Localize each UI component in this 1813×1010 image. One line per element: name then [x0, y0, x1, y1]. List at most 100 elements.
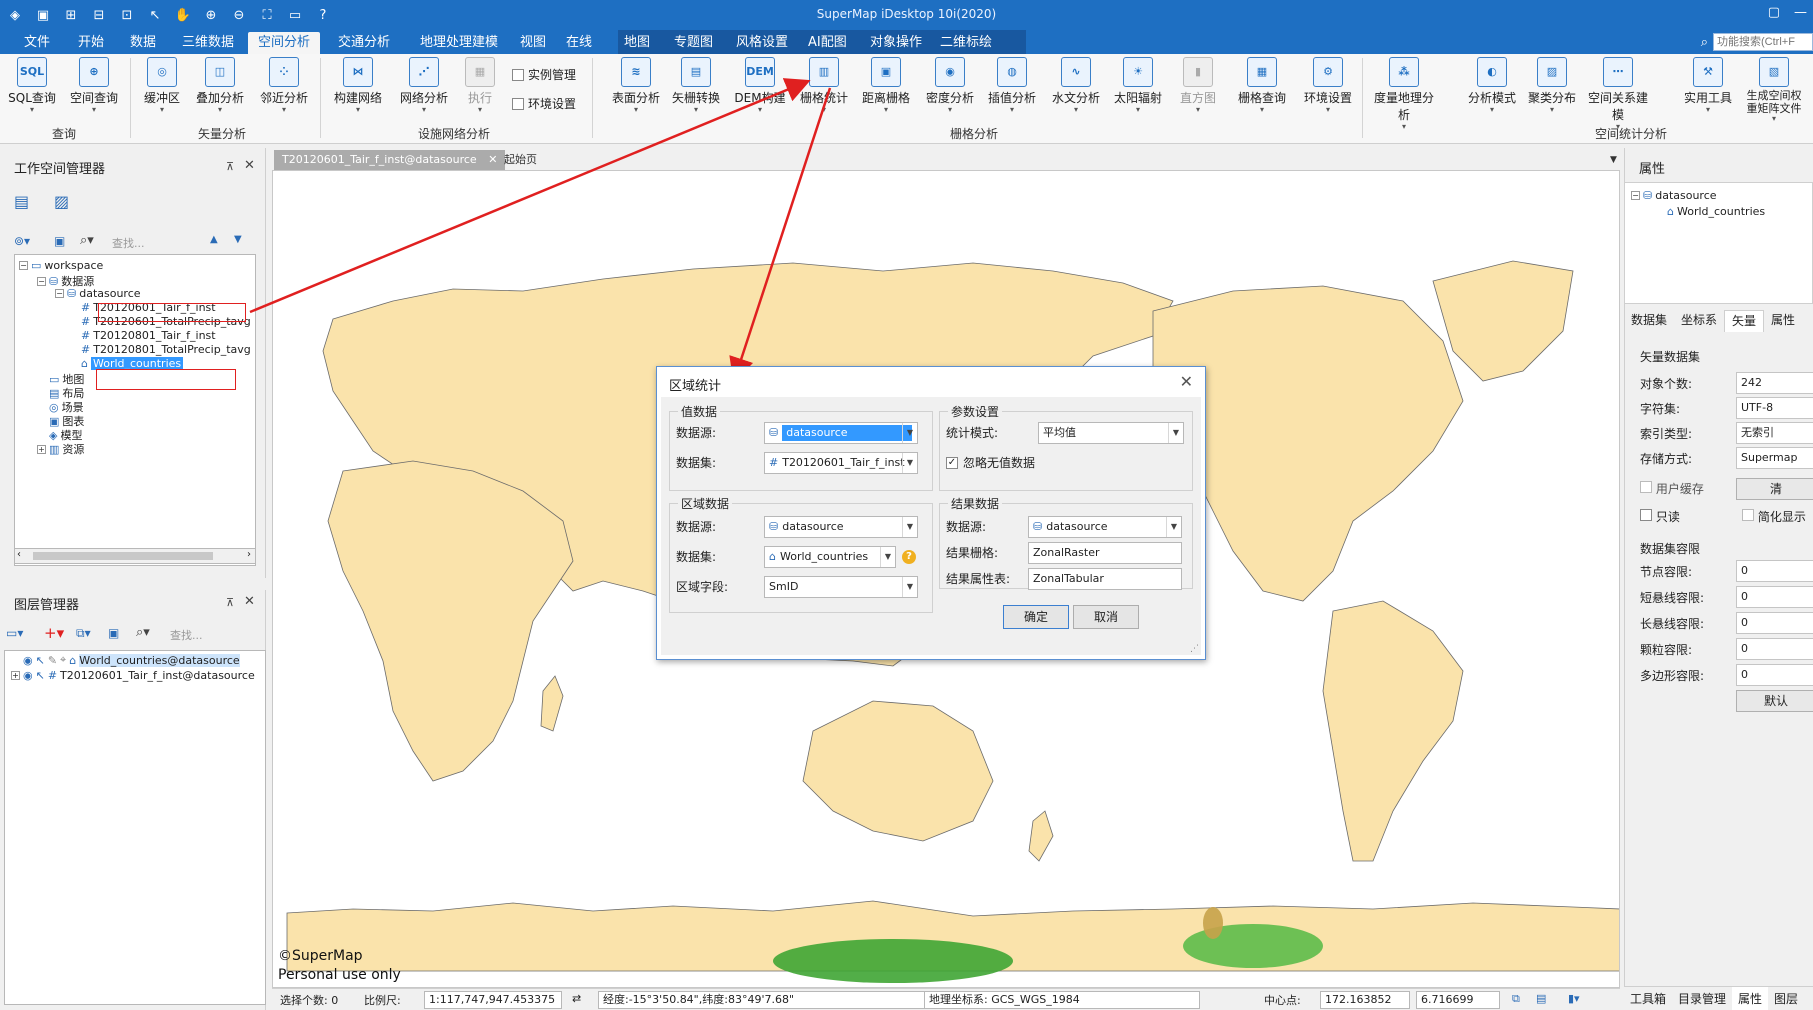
chevron-down-icon[interactable]: ▾ — [190, 106, 250, 114]
center-x-input[interactable]: 172.163852 — [1320, 991, 1410, 1009]
chevron-down-icon[interactable]: ▾ — [1374, 123, 1434, 131]
menu-tab[interactable]: 空间分析 — [248, 32, 321, 54]
layer-row-world-countries[interactable]: ◉ ↖ ✎ ⌖ ⌂ World_countries@datasource — [11, 653, 240, 667]
tab-dataset[interactable]: 数据集 — [1624, 310, 1674, 332]
layer-group-icon[interactable]: ⧉▾ — [76, 626, 91, 641]
ribbon-button[interactable]: ▥ 栅格统计 ▾ — [794, 57, 854, 114]
search-icon[interactable]: ⌕ — [1701, 35, 1708, 50]
tab-vector[interactable]: 矢量 — [1724, 310, 1765, 332]
tolerance-input[interactable]: 0 — [1736, 586, 1813, 608]
checkbox-icon[interactable] — [1640, 509, 1652, 521]
checkbox-icon[interactable] — [1640, 481, 1652, 493]
scale-input[interactable]: 1:117,747,947.453375 — [424, 991, 562, 1009]
chevron-down-icon[interactable]: ▼ — [902, 577, 917, 597]
tree-node-dataset[interactable]: # T20120801_Tair_f_inst — [81, 329, 216, 342]
chevron-down-icon[interactable]: ▾ — [794, 106, 854, 114]
ribbon-button[interactable]: ▦ 栅格查询 ▾ — [1232, 57, 1292, 114]
tab-list-dropdown-icon[interactable]: ▼ — [1602, 150, 1625, 170]
center-y-input[interactable]: 6.716699 — [1416, 991, 1500, 1009]
value-dataset-select[interactable]: # T20120601_Tair_f_inst ▼ — [764, 452, 918, 474]
move-up-icon[interactable]: ▲ — [210, 234, 218, 245]
tab-toolbox[interactable]: 工具箱 — [1624, 987, 1672, 1010]
scroll-left-icon[interactable]: ‹ — [17, 549, 21, 560]
tree-search-input[interactable]: 查找... — [112, 235, 145, 251]
selectable-icon[interactable]: ↖ — [36, 654, 45, 667]
chevron-down-icon[interactable]: ▾ — [1232, 106, 1292, 114]
chevron-down-icon[interactable]: ▾ — [730, 106, 790, 114]
ignore-nodata-check[interactable]: ✓ 忽略无值数据 — [946, 454, 1035, 471]
layer-style-icon[interactable]: ▭▾ — [6, 626, 23, 640]
tolerance-input[interactable]: 0 — [1736, 560, 1813, 582]
menu-tab[interactable]: 交通分析 — [328, 32, 400, 54]
ribbon-button[interactable]: ▮ 直方图 ▾ — [1168, 57, 1228, 114]
user-cache-check[interactable]: 用户缓存 — [1640, 480, 1704, 497]
collapse-icon[interactable]: − — [37, 276, 46, 286]
chevron-down-icon[interactable]: ▾ — [982, 106, 1042, 114]
close-icon[interactable]: ✕ — [244, 158, 255, 173]
new-dataset-icon[interactable]: ▣ — [54, 234, 65, 248]
horizontal-scrollbar[interactable]: ‹ › — [14, 548, 256, 564]
move-down-icon[interactable]: ▼ — [234, 234, 242, 245]
layer-row-tair[interactable]: + ◉ ↖ # T20120601_Tair_f_inst@datasource — [11, 669, 255, 682]
simplify-check[interactable]: 简化显示 — [1742, 508, 1806, 525]
chevron-down-icon[interactable]: ▾ — [920, 106, 980, 114]
chevron-down-icon[interactable]: ▾ — [254, 106, 314, 114]
chevron-down-icon[interactable]: ▾ — [1168, 106, 1228, 114]
ribbon-button[interactable]: ◉ 密度分析 ▾ — [920, 57, 980, 114]
ribbon-button[interactable]: ⊕ 空间查询 ▾ — [64, 57, 124, 114]
ribbon-button[interactable]: ◫ 叠加分析 ▾ — [190, 57, 250, 114]
ribbon-button[interactable]: ⚙ 环境设置 ▾ — [1298, 57, 1358, 114]
chevron-down-icon[interactable]: ▾ — [666, 106, 726, 114]
expand-icon[interactable]: + — [37, 444, 46, 454]
close-icon[interactable]: ✕ — [1180, 372, 1193, 391]
menu-tab[interactable]: AI配图 — [798, 32, 857, 54]
chevron-down-icon[interactable]: ▾ — [856, 106, 916, 114]
ribbon-button[interactable]: ◍ 插值分析 ▾ — [982, 57, 1042, 114]
instance-manage-check[interactable]: 实例管理 — [512, 66, 576, 83]
checkbox-icon[interactable] — [1742, 509, 1754, 521]
chevron-down-icon[interactable]: ▼ — [902, 517, 917, 537]
tab-start-page[interactable]: 起始页 — [496, 150, 545, 170]
paste-coords-icon[interactable]: ▤ — [1536, 992, 1546, 1005]
ribbon-button[interactable]: SQL SQL查询 ▾ — [2, 57, 62, 114]
chevron-down-icon[interactable]: ▼ — [1168, 423, 1183, 443]
expand-icon[interactable]: + — [11, 671, 20, 680]
search-icon[interactable]: ⌕▾ — [136, 625, 150, 640]
ribbon-button[interactable]: ⁂ 度量地理分析 ▾ — [1374, 57, 1434, 131]
snap-icon[interactable]: ⌖ — [60, 653, 66, 667]
swap-icon[interactable]: ⇄ — [572, 992, 581, 1005]
chevron-down-icon[interactable]: ▾ — [1108, 106, 1168, 114]
menu-tab[interactable]: 开始 — [68, 32, 114, 54]
restore-icon[interactable]: ▢ — [1768, 5, 1780, 20]
resize-grip-icon[interactable]: ⋰ — [1190, 644, 1199, 654]
prop-tree-world-countries[interactable]: ⌂ World_countries — [1667, 205, 1765, 218]
collapse-icon[interactable]: − — [1631, 191, 1640, 200]
tolerance-input[interactable]: 0 — [1736, 664, 1813, 686]
crs-display[interactable]: 地理坐标系: GCS_WGS_1984 — [924, 991, 1200, 1009]
ribbon-button[interactable]: DEM DEM构建 ▾ — [730, 57, 790, 114]
ribbon-button[interactable]: ▦ 执行 ▾ — [450, 57, 510, 114]
workspace-view-icon[interactable]: ▤ — [14, 192, 29, 211]
ok-button[interactable]: 确定 — [1003, 605, 1069, 629]
tab-catalog[interactable]: 目录管理 — [1672, 987, 1732, 1010]
function-search-input[interactable] — [1713, 33, 1813, 51]
open-datasource-icon[interactable]: ⊚▾ — [14, 234, 30, 248]
menu-tab[interactable]: 视图 — [510, 32, 556, 54]
menu-tab[interactable]: 地图 — [614, 32, 660, 54]
tree-node-workspace[interactable]: − ▭ workspace — [19, 259, 103, 272]
chevron-down-icon[interactable]: ▾ — [1462, 106, 1522, 114]
menu-tab[interactable]: 专题图 — [664, 32, 723, 54]
readonly-check[interactable]: 只读 — [1640, 508, 1680, 525]
chevron-down-icon[interactable]: ▼ — [902, 453, 917, 473]
ribbon-button[interactable]: ☀ 太阳辐射 ▾ — [1108, 57, 1168, 114]
menu-tab[interactable]: 二维标绘 — [930, 32, 1002, 54]
tree-node-root[interactable]: + ▥ 资源 — [37, 441, 84, 457]
visible-icon[interactable]: ◉ — [23, 669, 33, 682]
chevron-down-icon[interactable]: ▼ — [902, 423, 917, 443]
menu-tab[interactable]: 风格设置 — [726, 32, 798, 54]
tab-crs[interactable]: 坐标系 — [1674, 310, 1724, 332]
search-icon[interactable]: ⌕▾ — [80, 233, 94, 248]
ribbon-button[interactable]: ▨ 聚类分布 ▾ — [1522, 57, 1582, 114]
menu-tab[interactable]: 对象操作 — [860, 32, 932, 54]
tree-node-dataset[interactable]: # T20120801_TotalPrecip_tavg — [81, 343, 251, 356]
